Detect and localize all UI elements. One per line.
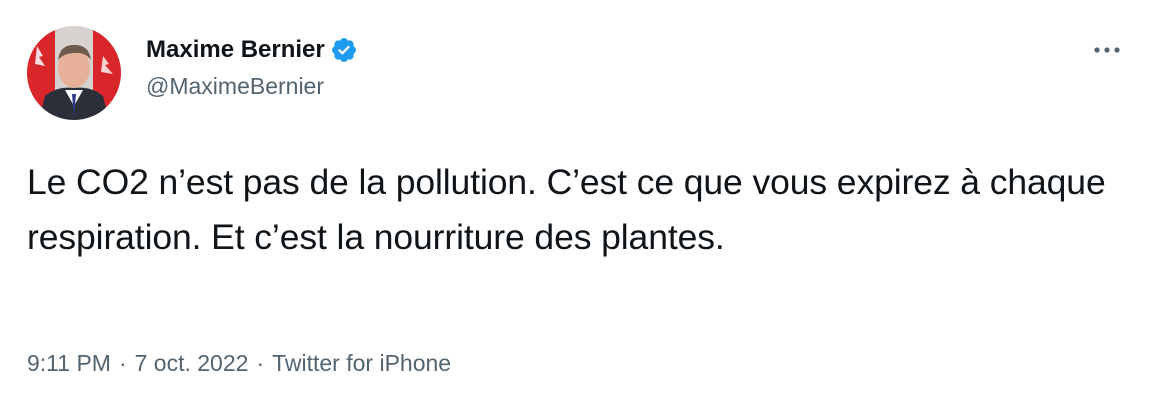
tweet-time[interactable]: 9:11 PM — [27, 350, 111, 377]
tweet-card: Maxime Bernier @MaximeBernier Le CO2 n’e… — [0, 0, 1159, 402]
more-options-icon — [1094, 47, 1120, 53]
tweet-meta: 9:11 PM · 7 oct. 2022 · Twitter for iPho… — [27, 350, 451, 377]
author-block: Maxime Bernier @MaximeBernier — [146, 35, 358, 100]
tweet-date[interactable]: 7 oct. 2022 — [135, 350, 249, 377]
meta-separator: · — [256, 350, 265, 376]
tweet-text: Le CO2 n’est pas de la pollution. C’est … — [27, 162, 1106, 257]
verified-badge-icon — [330, 36, 358, 64]
meta-separator: · — [118, 350, 127, 376]
more-options-button[interactable] — [1089, 38, 1125, 62]
name-row: Maxime Bernier — [146, 35, 358, 65]
profile-photo-icon — [27, 26, 121, 120]
avatar[interactable] — [27, 26, 121, 120]
handle[interactable]: @MaximeBernier — [146, 73, 358, 100]
tweet-source[interactable]: Twitter for iPhone — [272, 350, 451, 377]
display-name[interactable]: Maxime Bernier — [146, 36, 325, 64]
